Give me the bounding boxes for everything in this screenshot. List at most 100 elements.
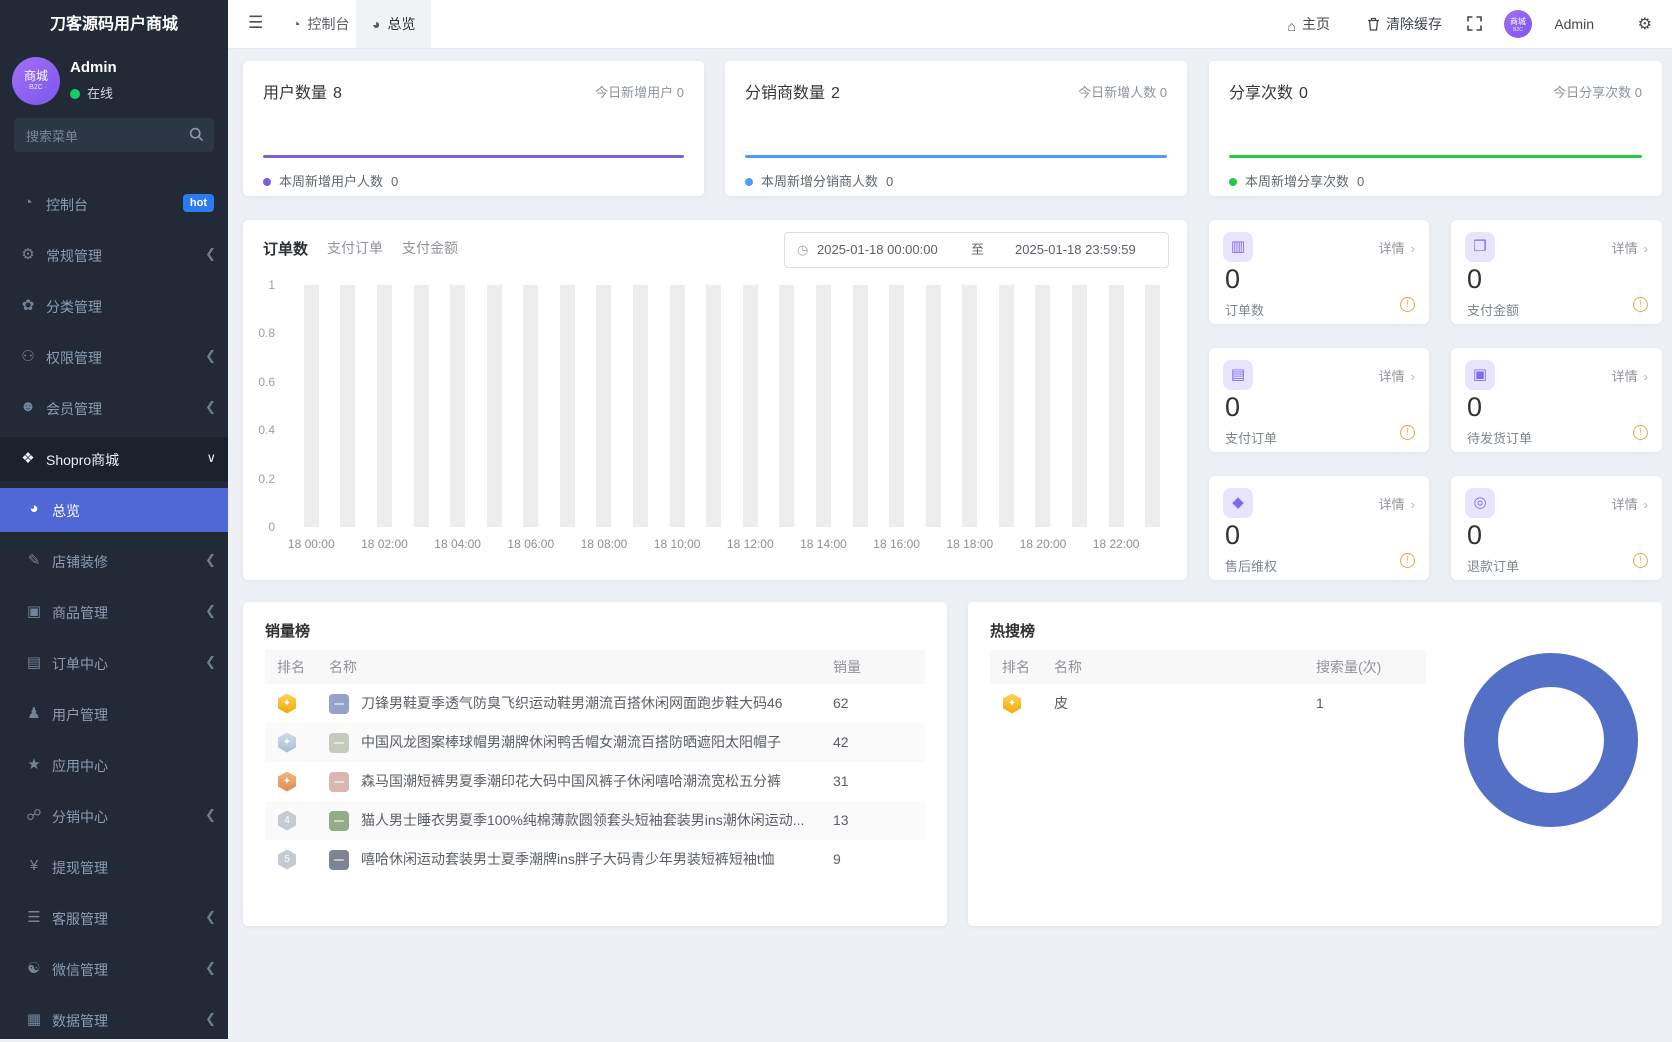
sidebar-item-Shopro商城[interactable]: ❖ Shopro商城 ∨ xyxy=(0,437,228,481)
sidebar-item-label: 商品管理 xyxy=(52,605,108,621)
chart-background-bar xyxy=(706,285,722,527)
cell-rank: ✦ xyxy=(265,771,329,792)
table-row[interactable]: ✦ 皮 1 xyxy=(990,684,1426,723)
product-name: 猫人男士睡衣男夏季100%纯棉薄款圆领套头短袖套装男ins潮休闲运动... xyxy=(361,812,805,828)
x-axis-tick-label: 18 04:00 xyxy=(434,537,481,551)
cell-rank: ✦ xyxy=(265,732,329,753)
cell-value: 1 xyxy=(1316,695,1324,711)
mini-card-订单数: ▥ 详情 › 0 订单数! xyxy=(1209,220,1429,324)
clear-cache-button[interactable]: 清除缓存 xyxy=(1367,0,1442,48)
stat-title-value: 2 xyxy=(831,85,840,102)
stat-title-value: 0 xyxy=(1299,85,1308,102)
table-row[interactable]: 5 嘻哈休闲运动套装男士夏季潮牌ins胖子大码青少年男装短裤短袖t恤 9 xyxy=(265,840,925,879)
sidebar-item-label: Shopro商城 xyxy=(46,452,120,468)
sidebar-item-订单中心[interactable]: ▤ 订单中心 ❮ xyxy=(0,641,228,685)
hot-search-table: 排名 名称 搜索量(次) ✦ 皮 1 xyxy=(990,650,1426,723)
date-range-picker[interactable]: ◷ 2025-01-18 00:00:00 至 2025-01-18 23:59… xyxy=(784,232,1169,268)
sidebar-item-应用中心[interactable]: ★ 应用中心 xyxy=(0,743,228,787)
star-icon: ★ xyxy=(27,756,41,773)
tab-dashboard[interactable]: ◔ 控制台 xyxy=(276,0,365,48)
warning-icon: ! xyxy=(1633,297,1648,312)
detail-link[interactable]: 详情 › xyxy=(1379,238,1415,257)
chart-tab-paid-orders[interactable]: 支付订单 xyxy=(327,238,383,258)
stat-title-value: 8 xyxy=(333,85,342,102)
admin-menu[interactable]: Admin xyxy=(1554,0,1594,48)
settings-button[interactable]: ⚙ xyxy=(1638,0,1652,48)
table-row[interactable]: 4 猫人男士睡衣男夏季100%纯棉薄款圆领套头短袖套装男ins潮休闲运动... 13 xyxy=(265,801,925,840)
date-end-input[interactable]: 2025-01-18 23:59:59 xyxy=(1015,233,1136,267)
legend-value: 0 xyxy=(391,174,399,189)
pie-icon: ◕ xyxy=(29,500,39,517)
chart-tab-orders[interactable]: 订单数 xyxy=(263,238,308,259)
chart-background-bar xyxy=(998,285,1014,527)
chevron-left-icon: ❮ xyxy=(205,552,216,567)
col-header-value: 销量 xyxy=(833,659,861,675)
cell-rank: 4 xyxy=(265,810,329,831)
sidebar-item-label: 权限管理 xyxy=(46,350,102,366)
table-row[interactable]: ✦ 中国风龙图案棒球帽男潮牌休闲鸭舌帽女潮流百搭防晒遮阳太阳帽子 42 xyxy=(265,723,925,762)
avatar[interactable]: 商城 · B2C · xyxy=(12,57,60,105)
stat-title-text: 用户数量 xyxy=(263,85,328,102)
sidebar-item-提现管理[interactable]: ¥ 提现管理 xyxy=(0,845,228,889)
navbar-avatar[interactable]: 商城 B2C xyxy=(1504,10,1532,38)
cell-rank: 5 xyxy=(265,849,329,870)
x-axis-tick-label: 18 16:00 xyxy=(873,537,920,551)
goods-icon: ▣ xyxy=(26,603,42,620)
hamburger-icon[interactable]: ☰ xyxy=(248,13,263,33)
legend-label: 本周新增分销商人数 xyxy=(761,174,879,189)
user-name: Admin xyxy=(70,59,117,76)
sidebar-item-客服管理[interactable]: ☰ 客服管理 ❮ xyxy=(0,896,228,940)
hot-badge: hot xyxy=(182,194,214,212)
gears-icon: ⚙ xyxy=(21,246,35,263)
table-row[interactable]: ✦ 森马国潮短裤男夏季潮印花大码中国风裤子休闲嘻哈潮流宽松五分裤 31 xyxy=(265,762,925,801)
cell-rank: ✦ xyxy=(990,693,1054,714)
fullscreen-button[interactable] xyxy=(1467,0,1482,48)
tab-overview[interactable]: ◕ 总览 xyxy=(356,0,432,48)
detail-link[interactable]: 详情 › xyxy=(1612,238,1648,257)
sidebar-item-常规管理[interactable]: ⚙ 常规管理 ❮ xyxy=(0,233,228,277)
sidebar-item-会员管理[interactable]: ☻ 会员管理 ❮ xyxy=(0,386,228,430)
sidebar-user-block: 商城 · B2C · Admin 在线 xyxy=(0,55,228,109)
cell-name: 皮 xyxy=(1054,684,1316,723)
yen-icon: ¥ xyxy=(29,857,39,874)
hot-search-card: 热搜榜 排名 名称 搜索量(次) ✦ 皮 1 xyxy=(968,602,1662,926)
x-axis-tick-label: 18 10:00 xyxy=(653,537,701,551)
product-thumbnail xyxy=(329,849,349,870)
chart-background-bar xyxy=(1145,285,1161,527)
mini-card-退款订单: ◎ 详情 › 0 退款订单! xyxy=(1451,476,1662,580)
warning-icon: ! xyxy=(1400,425,1415,440)
sidebar-item-分销中心[interactable]: ☍ 分销中心 ❮ xyxy=(0,794,228,838)
sidebar-item-微信管理[interactable]: ☯ 微信管理 ❮ xyxy=(0,947,228,991)
sidebar-item-数据管理[interactable]: ▦ 数据管理 ❮ xyxy=(0,998,228,1042)
mini-card-label: 待发货订单 xyxy=(1467,431,1533,446)
detail-link[interactable]: 详情 › xyxy=(1612,366,1648,385)
mini-card-label: 售后维权 xyxy=(1225,559,1278,574)
sidebar-item-label: 应用中心 xyxy=(52,758,108,774)
chevron-right-icon: › xyxy=(1643,241,1648,256)
detail-link[interactable]: 详情 › xyxy=(1379,494,1415,513)
chart-background-bar xyxy=(413,285,429,527)
chart-background-bar xyxy=(1072,285,1088,527)
sidebar-item-label: 总览 xyxy=(52,503,80,519)
sidebar-item-分类管理[interactable]: ✿ 分类管理 xyxy=(0,284,228,328)
stat-sparkline xyxy=(263,155,684,158)
sidebar-item-label: 分类管理 xyxy=(46,299,102,315)
detail-link[interactable]: 详情 › xyxy=(1379,366,1415,385)
sidebar-item-权限管理[interactable]: ⚇ 权限管理 ❮ xyxy=(0,335,228,379)
chart-tab-paid-amount[interactable]: 支付金额 xyxy=(402,238,458,258)
detail-link[interactable]: 详情 › xyxy=(1612,494,1648,513)
sidebar-item-店铺装修[interactable]: ✎ 店铺装修 ❮ xyxy=(0,539,228,583)
table-row[interactable]: ✦ 刀锋男鞋夏季透气防臭飞织运动鞋男潮流百搭休闲网面跑步鞋大码46 62 xyxy=(265,684,925,723)
stat-sparkline xyxy=(1229,155,1642,158)
date-start-input[interactable]: 2025-01-18 00:00:00 xyxy=(817,233,938,267)
sidebar-item-总览[interactable]: ◕ 总览 xyxy=(0,488,228,532)
search-input[interactable] xyxy=(24,118,183,154)
orders-chart-icon: ▥ xyxy=(1223,232,1253,262)
sidebar-item-控制台[interactable]: ◔ 控制台 hot xyxy=(0,182,228,226)
product-thumbnail xyxy=(329,693,349,714)
sidebar-item-商品管理[interactable]: ▣ 商品管理 ❮ xyxy=(0,590,228,634)
mini-card-value: 0 xyxy=(1467,392,1483,422)
order-icon: ▤ xyxy=(26,654,42,671)
sidebar-item-用户管理[interactable]: ♟ 用户管理 xyxy=(0,692,228,736)
home-link[interactable]: ⌂ 主页 xyxy=(1288,0,1330,48)
